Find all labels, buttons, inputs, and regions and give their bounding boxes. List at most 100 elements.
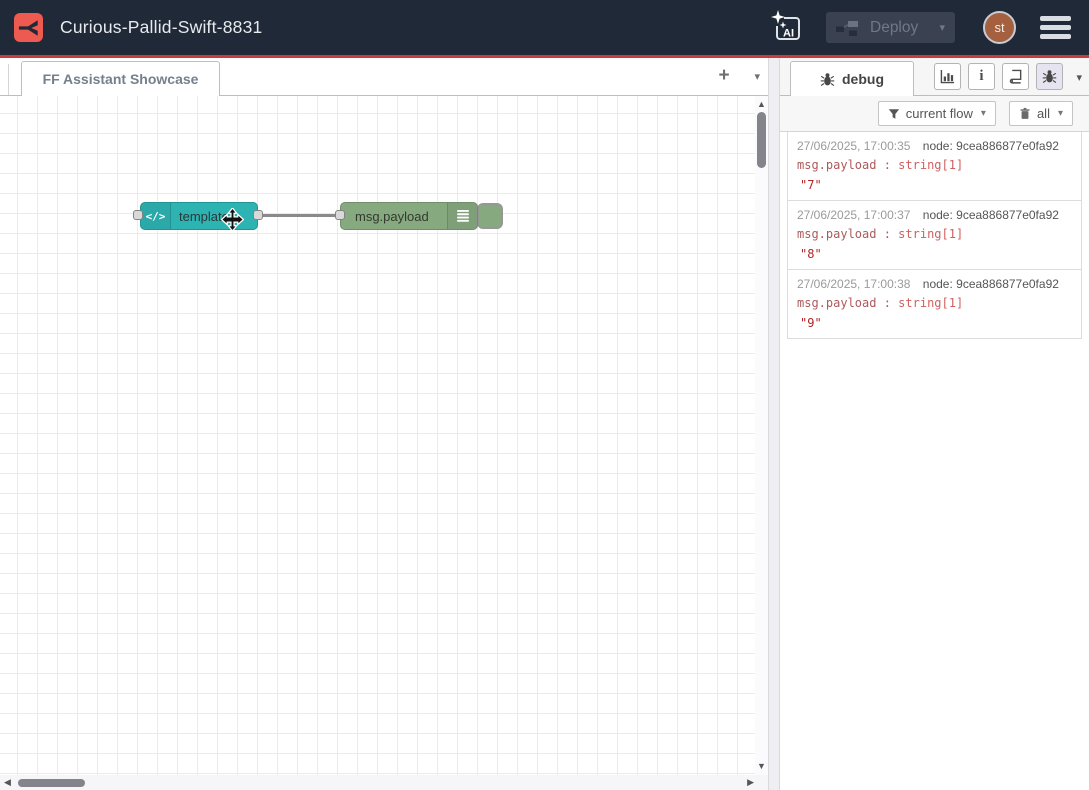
debug-source-node-id: node: 9cea886877e0fa92 bbox=[923, 208, 1059, 222]
node-red-editor: Curious-Pallid-Swift-8831 AI Deploy ▾ st bbox=[0, 0, 1089, 790]
sidebar-tab-label: debug bbox=[842, 71, 884, 87]
workspace: FF Assistant Showcase + ▾ </> template bbox=[0, 58, 768, 790]
flow-canvas[interactable]: </> template msg.payload bbox=[0, 96, 768, 775]
deploy-label: Deploy bbox=[870, 19, 918, 37]
trash-icon bbox=[1019, 107, 1031, 120]
move-cursor-icon bbox=[221, 208, 244, 231]
filter-caret-icon: ▾ bbox=[981, 108, 986, 119]
debug-source-node-id: node: 9cea886877e0fa92 bbox=[923, 139, 1059, 153]
tab-ff-assistant-showcase[interactable]: FF Assistant Showcase bbox=[21, 61, 220, 96]
debug-input-port[interactable] bbox=[335, 210, 345, 220]
sidebar-tab-dashboard[interactable] bbox=[934, 63, 961, 90]
vertical-scroll-thumb[interactable] bbox=[757, 112, 766, 168]
sidebar-tab-bar: debug i bbox=[780, 58, 1089, 96]
debug-type-badge: string[1] bbox=[898, 227, 963, 241]
debug-timestamp: 27/06/2025, 17:00:38 bbox=[797, 277, 910, 291]
node-msg-payload[interactable]: msg.payload bbox=[340, 202, 478, 230]
debug-separator: : bbox=[876, 296, 898, 310]
clear-scope-label: all bbox=[1037, 106, 1050, 121]
debug-separator: : bbox=[876, 158, 898, 172]
app-header: Curious-Pallid-Swift-8831 AI Deploy ▾ st bbox=[0, 0, 1089, 58]
debug-list-icon bbox=[447, 203, 477, 229]
main-menu-button[interactable] bbox=[1040, 16, 1071, 39]
debug-message[interactable]: 27/06/2025, 17:00:35 node: 9cea886877e0f… bbox=[788, 132, 1081, 201]
debug-value: "9" bbox=[797, 316, 1072, 330]
debug-clear-button[interactable]: all ▾ bbox=[1009, 101, 1073, 126]
debug-type-badge: string[1] bbox=[898, 296, 963, 310]
code-glyph: </> bbox=[146, 210, 166, 223]
bug-icon bbox=[820, 72, 835, 87]
canvas-horizontal-scrollbar[interactable]: ◀ ▶ bbox=[0, 775, 768, 790]
template-code-icon: </> bbox=[141, 203, 171, 229]
debug-value: "8" bbox=[797, 247, 1072, 261]
info-icon: i bbox=[979, 68, 983, 85]
tab-list-caret-icon[interactable]: ▾ bbox=[754, 70, 760, 83]
debug-message-meta: 27/06/2025, 17:00:38 node: 9cea886877e0f… bbox=[797, 277, 1072, 291]
scroll-up-icon[interactable]: ▲ bbox=[757, 100, 766, 109]
sidebar-tab-overflow-caret-icon[interactable]: ▾ bbox=[1076, 71, 1082, 84]
chart-icon bbox=[940, 69, 955, 84]
instance-title: Curious-Pallid-Swift-8831 bbox=[60, 17, 262, 38]
deploy-icon bbox=[836, 19, 858, 37]
filter-funnel-icon bbox=[888, 108, 900, 120]
horizontal-scroll-thumb[interactable] bbox=[18, 779, 85, 787]
debug-property-row[interactable]: msg.payload : string[1] bbox=[797, 227, 1072, 241]
sidebar-tab-help[interactable] bbox=[1002, 63, 1029, 90]
clear-caret-icon: ▾ bbox=[1058, 108, 1063, 119]
menu-bar bbox=[1040, 25, 1071, 30]
flow-tab-label: FF Assistant Showcase bbox=[43, 71, 199, 87]
debug-property-path: msg.payload bbox=[797, 227, 876, 241]
sidebar-splitter[interactable] bbox=[768, 58, 780, 790]
template-output-port[interactable] bbox=[253, 210, 263, 220]
sidebar-tab-debug-icon-button[interactable] bbox=[1036, 63, 1063, 90]
debug-filter-button[interactable]: current flow ▾ bbox=[878, 101, 996, 126]
scroll-left-icon[interactable]: ◀ bbox=[4, 778, 11, 787]
sidebar-tab-icons: i bbox=[934, 63, 1063, 90]
debug-timestamp: 27/06/2025, 17:00:37 bbox=[797, 208, 910, 222]
logo-glyph bbox=[18, 17, 40, 39]
filter-label: current flow bbox=[906, 106, 973, 121]
debug-message-meta: 27/06/2025, 17:00:37 node: 9cea886877e0f… bbox=[797, 208, 1072, 222]
scroll-down-icon[interactable]: ▼ bbox=[757, 762, 766, 771]
avatar-initials: st bbox=[994, 20, 1004, 35]
ai-assistant-button[interactable]: AI bbox=[768, 8, 806, 48]
debug-value: "7" bbox=[797, 178, 1072, 192]
debug-panel: 27/06/2025, 17:00:35 node: 9cea886877e0f… bbox=[780, 132, 1089, 790]
debug-source-node-id: node: 9cea886877e0fa92 bbox=[923, 277, 1059, 291]
debug-message-list: 27/06/2025, 17:00:35 node: 9cea886877e0f… bbox=[787, 132, 1082, 339]
user-avatar[interactable]: st bbox=[983, 11, 1016, 44]
debug-separator: : bbox=[876, 227, 898, 241]
flowfuse-logo-icon[interactable] bbox=[14, 13, 43, 42]
book-icon bbox=[1008, 69, 1023, 84]
tab-scroll-edge bbox=[8, 64, 9, 95]
add-flow-button[interactable]: + bbox=[713, 65, 735, 87]
sidebar: debug i bbox=[780, 58, 1089, 790]
flow-tab-bar: FF Assistant Showcase + ▾ bbox=[0, 58, 768, 96]
debug-type-badge: string[1] bbox=[898, 158, 963, 172]
deploy-options-caret-icon[interactable]: ▾ bbox=[931, 21, 945, 34]
debug-property-path: msg.payload bbox=[797, 296, 876, 310]
debug-message[interactable]: 27/06/2025, 17:00:37 node: 9cea886877e0f… bbox=[788, 201, 1081, 270]
debug-message[interactable]: 27/06/2025, 17:00:38 node: 9cea886877e0f… bbox=[788, 270, 1081, 339]
debug-property-row[interactable]: msg.payload : string[1] bbox=[797, 158, 1072, 172]
canvas-vertical-scrollbar[interactable]: ▲ ▼ bbox=[755, 96, 768, 775]
bug-icon bbox=[1042, 69, 1057, 84]
debug-timestamp: 27/06/2025, 17:00:35 bbox=[797, 139, 910, 153]
ai-sparkle-icon: AI bbox=[769, 9, 805, 47]
main-area: FF Assistant Showcase + ▾ </> template bbox=[0, 58, 1089, 790]
debug-node-label: msg.payload bbox=[355, 203, 429, 229]
debug-message-meta: 27/06/2025, 17:00:35 node: 9cea886877e0f… bbox=[797, 139, 1072, 153]
debug-property-path: msg.payload bbox=[797, 158, 876, 172]
svg-text:AI: AI bbox=[783, 27, 794, 39]
scroll-right-icon[interactable]: ▶ bbox=[747, 778, 754, 787]
sidebar-tab-debug[interactable]: debug bbox=[790, 61, 914, 96]
debug-enable-toggle[interactable] bbox=[477, 203, 503, 229]
menu-bar bbox=[1040, 16, 1071, 21]
debug-toolbar: current flow ▾ all ▾ bbox=[780, 96, 1089, 132]
template-input-port[interactable] bbox=[133, 210, 143, 220]
debug-property-row[interactable]: msg.payload : string[1] bbox=[797, 296, 1072, 310]
deploy-button[interactable]: Deploy ▾ bbox=[826, 12, 955, 43]
menu-bar bbox=[1040, 34, 1071, 39]
wire-template-to-debug[interactable] bbox=[257, 214, 342, 217]
sidebar-tab-info[interactable]: i bbox=[968, 63, 995, 90]
